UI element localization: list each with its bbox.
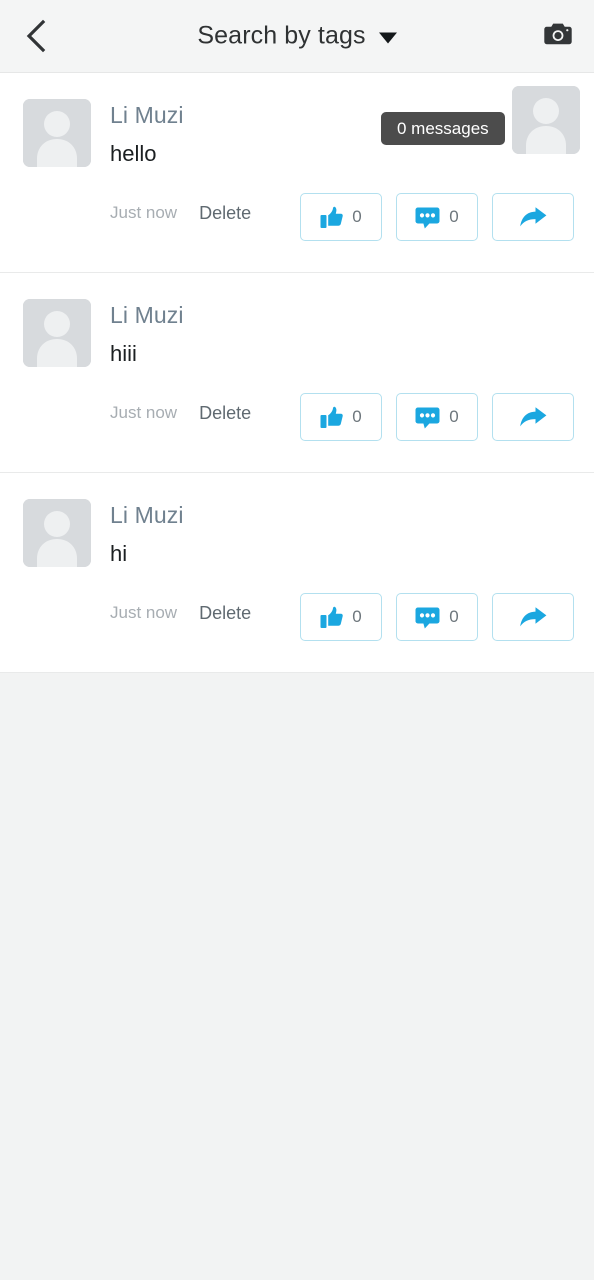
messages-tooltip[interactable]: 0 messages bbox=[381, 112, 505, 145]
post-meta: Just now Delete bbox=[110, 399, 251, 427]
share-button[interactable] bbox=[492, 593, 574, 641]
user-placeholder-icon bbox=[23, 499, 91, 567]
search-by-tags-dropdown[interactable]: Search by tags bbox=[0, 22, 594, 51]
delete-button[interactable]: Delete bbox=[199, 603, 251, 624]
comment-count: 0 bbox=[449, 607, 459, 626]
like-button[interactable]: 0 bbox=[300, 593, 382, 641]
user-placeholder-icon bbox=[23, 299, 91, 367]
post-author[interactable]: Li Muzi bbox=[110, 302, 184, 329]
share-arrow-icon bbox=[518, 405, 548, 429]
post-meta: Just now Delete bbox=[110, 199, 251, 227]
share-arrow-icon bbox=[518, 205, 548, 229]
thumbs-up-icon bbox=[320, 406, 344, 429]
thumbs-up-icon bbox=[320, 606, 344, 629]
post-content: hello bbox=[110, 141, 157, 166]
like-count: 0 bbox=[352, 607, 362, 626]
avatar[interactable] bbox=[23, 499, 91, 567]
post-feed: Li Muzi hello Just now Delete 0 0 Li Muz… bbox=[0, 73, 594, 673]
like-count: 0 bbox=[352, 207, 362, 226]
user-placeholder-icon bbox=[23, 99, 91, 167]
like-button[interactable]: 0 bbox=[300, 393, 382, 441]
comment-button[interactable]: 0 bbox=[396, 593, 478, 641]
comment-button[interactable]: 0 bbox=[396, 193, 478, 241]
delete-button[interactable]: Delete bbox=[199, 203, 251, 224]
post-actions: 0 0 bbox=[300, 393, 574, 441]
page-title: Search by tags bbox=[197, 21, 366, 50]
post-timestamp: Just now bbox=[110, 203, 178, 222]
share-arrow-icon bbox=[518, 605, 548, 629]
post-actions: 0 0 bbox=[300, 193, 574, 241]
share-button[interactable] bbox=[492, 193, 574, 241]
avatar[interactable] bbox=[23, 299, 91, 367]
peer-avatar[interactable] bbox=[512, 86, 580, 154]
post-content: hiii bbox=[110, 341, 137, 366]
thumbs-up-icon bbox=[320, 206, 344, 229]
post-meta: Just now Delete bbox=[110, 599, 251, 627]
post-content: hi bbox=[110, 541, 128, 566]
like-button[interactable]: 0 bbox=[300, 193, 382, 241]
speech-bubble-icon bbox=[415, 206, 440, 229]
share-button[interactable] bbox=[492, 393, 574, 441]
avatar[interactable] bbox=[23, 99, 91, 167]
like-count: 0 bbox=[352, 407, 362, 426]
caret-down-icon bbox=[378, 32, 397, 43]
app-root: Search by tags Li Muzi hello Just now De… bbox=[0, 0, 594, 1280]
messages-tooltip-label: 0 messages bbox=[397, 118, 489, 138]
camera-icon bbox=[544, 22, 572, 51]
post-item[interactable]: Li Muzi hiii Just now Delete 0 0 bbox=[0, 273, 594, 473]
comment-count: 0 bbox=[449, 407, 459, 426]
post-actions: 0 0 bbox=[300, 593, 574, 641]
delete-button[interactable]: Delete bbox=[199, 403, 251, 424]
speech-bubble-icon bbox=[415, 606, 440, 629]
post-item[interactable]: Li Muzi hello Just now Delete 0 0 bbox=[0, 73, 594, 273]
post-timestamp: Just now bbox=[110, 603, 178, 622]
post-item[interactable]: Li Muzi hi Just now Delete 0 0 bbox=[0, 473, 594, 673]
empty-area bbox=[0, 673, 594, 1234]
app-header: Search by tags bbox=[0, 0, 594, 73]
user-placeholder-icon bbox=[512, 86, 580, 154]
camera-button[interactable] bbox=[536, 14, 580, 58]
comment-button[interactable]: 0 bbox=[396, 393, 478, 441]
post-author[interactable]: Li Muzi bbox=[110, 502, 184, 529]
speech-bubble-icon bbox=[415, 406, 440, 429]
post-timestamp: Just now bbox=[110, 403, 178, 422]
post-author[interactable]: Li Muzi bbox=[110, 102, 184, 129]
comment-count: 0 bbox=[449, 207, 459, 226]
